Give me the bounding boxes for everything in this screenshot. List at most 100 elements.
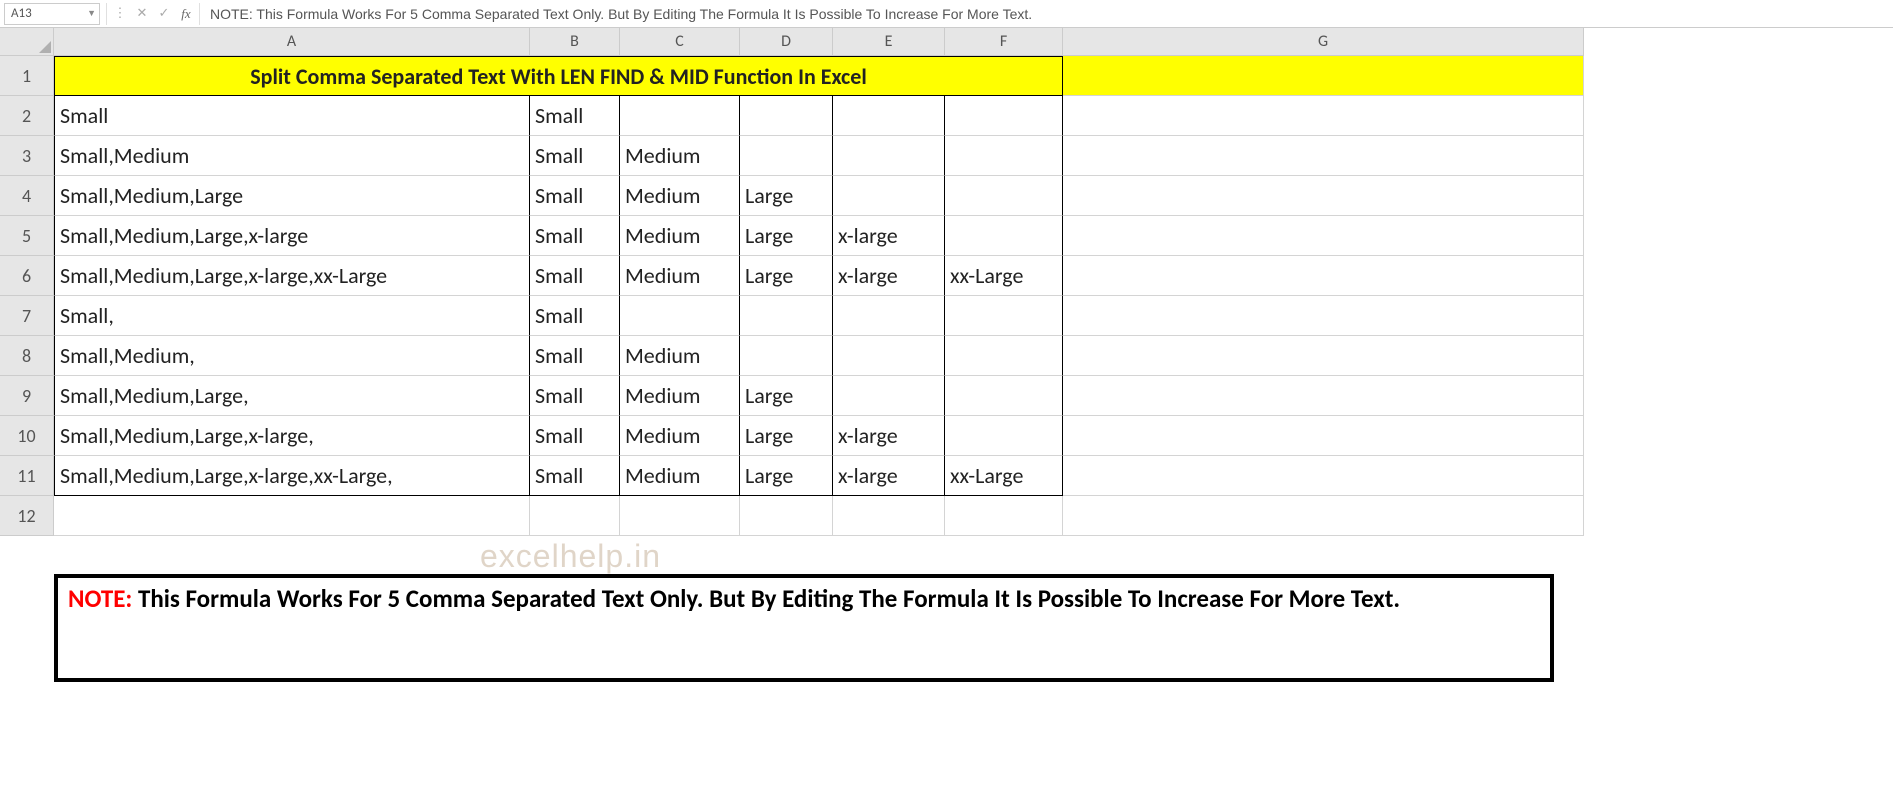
cell[interactable] [530,496,620,536]
cell[interactable] [1063,496,1584,536]
cell[interactable]: Small [54,96,530,136]
cell[interactable] [740,296,833,336]
cell[interactable] [1063,216,1584,256]
cell[interactable]: Small [530,336,620,376]
cell[interactable]: Medium [620,136,740,176]
cell[interactable] [945,96,1063,136]
name-box-dropdown-icon[interactable]: ▼ [87,8,96,19]
cell[interactable]: xx-Large [945,256,1063,296]
formula-input[interactable] [202,3,1893,25]
row-header-4[interactable]: 4 [0,176,54,216]
cell[interactable] [945,336,1063,376]
cell[interactable]: Small [530,256,620,296]
col-header-G[interactable]: G [1063,28,1584,56]
fb-options-icon[interactable]: ⋮ [109,3,131,25]
cell[interactable] [945,216,1063,256]
cell[interactable] [1063,456,1584,496]
cell[interactable]: Large [740,256,833,296]
cell[interactable]: Medium [620,456,740,496]
cell[interactable]: Medium [620,336,740,376]
cell[interactable] [1063,56,1584,96]
cell[interactable] [54,496,530,536]
cell[interactable] [833,336,945,376]
cell[interactable]: Small [530,296,620,336]
cell[interactable] [945,416,1063,456]
cell[interactable] [1063,256,1584,296]
cell[interactable]: Small,Medium,Large,x-large, [54,416,530,456]
row-header-6[interactable]: 6 [0,256,54,296]
cell[interactable] [1063,176,1584,216]
cell[interactable]: Small,Medium, [54,336,530,376]
cell[interactable] [945,496,1063,536]
row-header-8[interactable]: 8 [0,336,54,376]
row-header-7[interactable]: 7 [0,296,54,336]
cell[interactable]: Large [740,456,833,496]
cell[interactable] [1063,296,1584,336]
cell[interactable]: Medium [620,176,740,216]
cell[interactable]: Small [530,216,620,256]
cell[interactable] [1063,376,1584,416]
title-cell[interactable]: Split Comma Separated Text With LEN FIND… [54,56,1063,96]
select-all-corner[interactable] [0,28,54,56]
cell[interactable]: Small [530,456,620,496]
col-header-A[interactable]: A [54,28,530,56]
cell[interactable] [740,96,833,136]
cell[interactable] [833,376,945,416]
cell[interactable] [833,296,945,336]
cell[interactable] [620,96,740,136]
cell[interactable] [620,296,740,336]
row-header-9[interactable]: 9 [0,376,54,416]
cell[interactable] [1063,336,1584,376]
cell[interactable]: Medium [620,216,740,256]
cell[interactable]: Small,Medium [54,136,530,176]
cell[interactable] [945,136,1063,176]
row-header-10[interactable]: 10 [0,416,54,456]
cell[interactable] [740,496,833,536]
cell[interactable] [945,376,1063,416]
cancel-icon[interactable]: ✕ [131,3,153,25]
cell[interactable] [833,96,945,136]
cell[interactable] [1063,416,1584,456]
cell[interactable]: Small [530,136,620,176]
cell[interactable]: Small,Medium,Large,x-large [54,216,530,256]
cell[interactable]: x-large [833,416,945,456]
cell[interactable]: Large [740,376,833,416]
cell[interactable]: Small, [54,296,530,336]
cell[interactable] [833,136,945,176]
cell[interactable]: Medium [620,256,740,296]
cell[interactable] [945,296,1063,336]
cell[interactable] [1063,96,1584,136]
cell[interactable]: Small,Medium,Large,x-large,xx-Large, [54,456,530,496]
cell[interactable]: Medium [620,416,740,456]
row-header-11[interactable]: 11 [0,456,54,496]
cell[interactable]: Large [740,176,833,216]
cell[interactable] [833,496,945,536]
cell[interactable]: Medium [620,376,740,416]
cell[interactable]: x-large [833,216,945,256]
cell[interactable] [740,336,833,376]
cell[interactable] [620,496,740,536]
col-header-D[interactable]: D [740,28,833,56]
row-header-1[interactable]: 1 [0,56,54,96]
col-header-B[interactable]: B [530,28,620,56]
row-header-3[interactable]: 3 [0,136,54,176]
cell[interactable]: x-large [833,456,945,496]
row-header-5[interactable]: 5 [0,216,54,256]
cell[interactable]: xx-Large [945,456,1063,496]
col-header-C[interactable]: C [620,28,740,56]
cell[interactable]: Small [530,176,620,216]
cell[interactable]: Large [740,416,833,456]
cell[interactable] [945,176,1063,216]
col-header-F[interactable]: F [945,28,1063,56]
cell[interactable]: Small [530,96,620,136]
cell[interactable]: Small,Medium,Large [54,176,530,216]
col-header-E[interactable]: E [833,28,945,56]
cell[interactable]: x-large [833,256,945,296]
cell[interactable] [740,136,833,176]
cell[interactable]: Small,Medium,Large, [54,376,530,416]
name-box[interactable]: A13 ▼ [4,3,100,25]
cell[interactable] [833,176,945,216]
cell[interactable]: Small,Medium,Large,x-large,xx-Large [54,256,530,296]
enter-icon[interactable]: ✓ [153,3,175,25]
fx-icon[interactable]: fx [175,3,197,25]
